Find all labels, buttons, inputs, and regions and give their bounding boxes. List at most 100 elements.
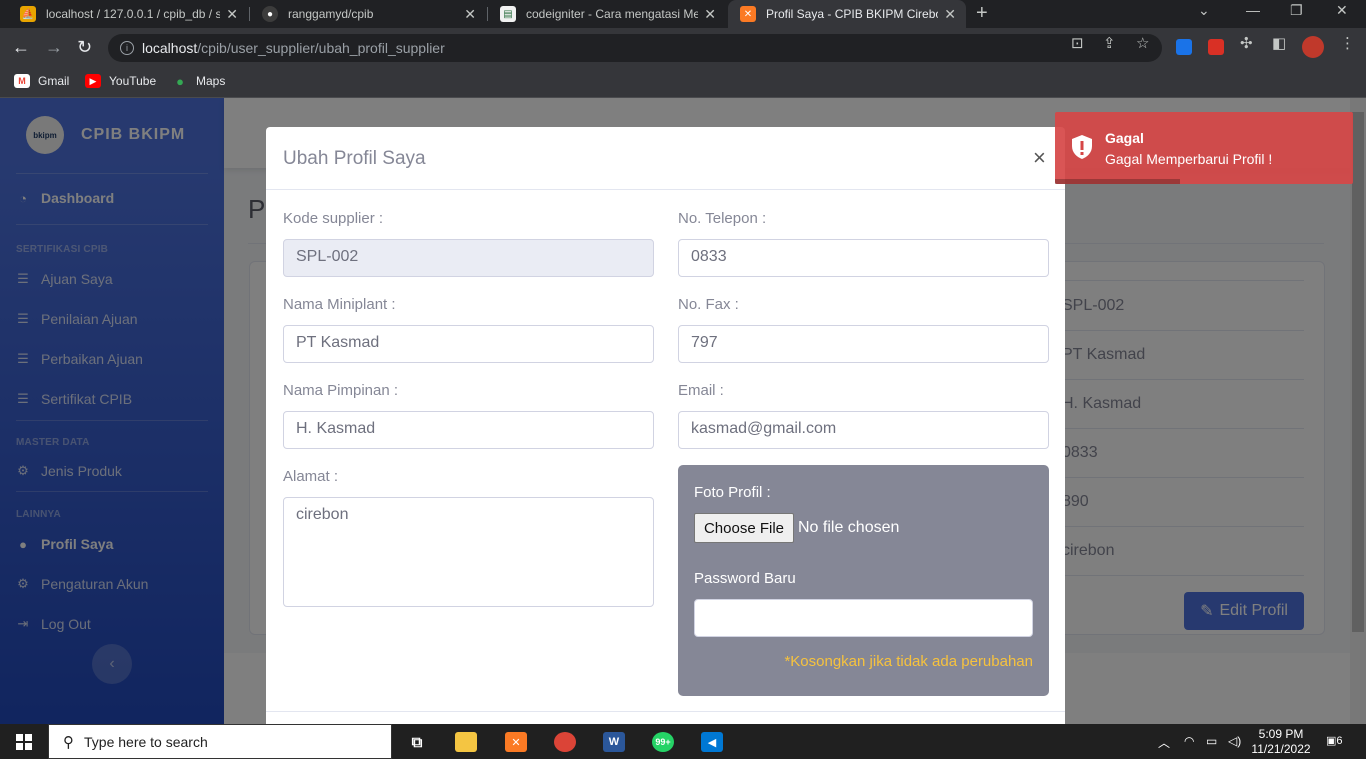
search-placeholder: Type here to search <box>84 733 208 750</box>
browser-tab-strip: ⛵ localhost / 127.0.0.1 / cpib_db / s ✕ … <box>0 0 1366 28</box>
email-field[interactable]: kasmad@gmail.com <box>678 411 1049 449</box>
youtube-icon: ▶ <box>85 74 101 88</box>
kode-supplier-field: SPL-002 <box>283 239 654 277</box>
fax-label: No. Fax : <box>678 296 739 313</box>
minimize-icon[interactable]: — <box>1246 2 1260 18</box>
extension-red-icon[interactable] <box>1208 39 1224 55</box>
tray-chevron-icon[interactable]: ︿ <box>1158 734 1170 751</box>
bookmark-label: Gmail <box>38 74 70 88</box>
side-panel-icon[interactable]: ◧ <box>1272 34 1286 52</box>
modal-close-button[interactable]: × <box>1033 145 1046 171</box>
close-tab-icon[interactable]: ✕ <box>944 6 956 23</box>
word-taskbar-icon[interactable]: W <box>603 732 625 752</box>
alamat-label: Alamat : <box>283 468 339 485</box>
close-window-icon[interactable]: ✕ <box>1336 2 1348 19</box>
toast-message: Gagal Memperbarui Profil ! <box>1105 151 1273 167</box>
address-bar-row: ← → ↻ i localhost/cpib/user_supplier/uba… <box>0 28 1366 68</box>
choose-file-button[interactable]: Choose File <box>694 513 794 543</box>
close-tab-icon[interactable]: ✕ <box>226 6 238 23</box>
search-icon: ⚲ <box>63 733 74 751</box>
kode-supplier-label: Kode supplier : <box>283 210 384 227</box>
taskbar-clock[interactable]: 5:09 PM 11/21/2022 <box>1246 727 1316 757</box>
bookmark-youtube[interactable]: ▶ YouTube <box>85 74 156 88</box>
password-baru-label: Password Baru <box>694 570 796 587</box>
miniplant-label: Nama Miniplant : <box>283 296 396 313</box>
password-hint: *Kosongkan jika tidak ada perubahan <box>784 653 1033 670</box>
close-tab-icon[interactable]: ✕ <box>464 6 476 23</box>
site-info-icon[interactable]: i <box>120 41 134 55</box>
modal-footer-divider <box>266 711 1065 712</box>
foto-profil-panel: Foto Profil : Choose File No file chosen… <box>678 465 1049 696</box>
extension-plus-icon[interactable] <box>1176 39 1192 55</box>
url-path: /cpib/user_supplier/ubah_profil_supplier <box>197 40 445 56</box>
restore-icon[interactable]: ❐ <box>1290 2 1303 19</box>
clock-date: 11/21/2022 <box>1251 742 1311 756</box>
task-view-icon[interactable]: ⧉ <box>406 732 428 752</box>
alamat-textarea[interactable]: cirebon <box>283 497 654 607</box>
miniplant-field[interactable]: PT Kasmad <box>283 325 654 363</box>
password-baru-field[interactable] <box>694 599 1033 637</box>
forward-icon[interactable]: → <box>45 37 63 57</box>
url-text[interactable]: localhost/cpib/user_supplier/ubah_profil… <box>142 40 445 56</box>
profile-avatar-icon[interactable] <box>1302 36 1324 58</box>
close-tab-icon[interactable]: ✕ <box>704 6 716 23</box>
file-explorer-icon[interactable] <box>455 732 477 752</box>
bookmark-label: Maps <box>196 74 226 88</box>
browser-menu-icon[interactable]: ⋮ <box>1340 34 1355 52</box>
share-icon[interactable]: ⇪ <box>1103 34 1116 52</box>
new-tab-icon[interactable]: + <box>976 2 988 25</box>
foto-profil-label: Foto Profil : <box>694 484 771 501</box>
wifi-icon[interactable]: ◠ <box>1184 734 1194 748</box>
windows-start-icon[interactable] <box>16 734 32 750</box>
xampp-icon: ✕ <box>740 6 756 22</box>
url-host: localhost <box>142 40 198 56</box>
maps-icon: ● <box>176 73 184 89</box>
reload-icon[interactable]: ↻ <box>77 37 92 57</box>
tab-title: Profil Saya - CPIB BKIPM Cirebon <box>766 7 939 21</box>
phpmyadmin-icon: ⛵ <box>20 6 36 22</box>
clock-time: 5:09 PM <box>1258 727 1304 741</box>
pimpinan-field[interactable]: H. Kasmad <box>283 411 654 449</box>
whatsapp-badge: 99+ <box>655 737 671 747</box>
xampp-taskbar-icon[interactable]: ✕ <box>505 732 527 752</box>
notification-center-icon[interactable]: ▣6 <box>1326 734 1343 747</box>
battery-icon[interactable]: ▭ <box>1206 734 1217 748</box>
tab-title: codeigniter - Cara mengatasi Me <box>526 7 699 21</box>
gmail-icon: M <box>14 74 30 88</box>
omnibox[interactable]: i localhost/cpib/user_supplier/ubah_prof… <box>108 34 1162 62</box>
notification-count: 6 <box>1336 735 1343 747</box>
bookmark-label: YouTube <box>109 74 157 88</box>
tab-search-icon[interactable]: ⌄ <box>1198 2 1210 19</box>
stackoverflow-icon: ▤ <box>500 6 516 22</box>
browser-tab-stackoverflow[interactable]: ▤ codeigniter - Cara mengatasi Me ✕ <box>488 0 726 28</box>
tab-title: localhost / 127.0.0.1 / cpib_db / s <box>46 7 221 21</box>
telepon-label: No. Telepon : <box>678 210 767 227</box>
fax-field[interactable]: 797 <box>678 325 1049 363</box>
back-icon[interactable]: ← <box>12 37 30 57</box>
bookmark-gmail[interactable]: M Gmail <box>14 74 69 88</box>
extensions-puzzle-icon[interactable]: ✣ <box>1240 34 1253 52</box>
error-toast[interactable]: Gagal Gagal Memperbarui Profil ! <box>1055 112 1353 184</box>
modal-title: Ubah Profil Saya <box>283 148 426 169</box>
bookmark-star-icon[interactable]: ☆ <box>1136 34 1149 52</box>
tab-title: ranggamyd/cpib <box>288 7 374 21</box>
whatsapp-taskbar-icon[interactable]: 99+ <box>652 732 674 752</box>
chrome-taskbar-icon[interactable] <box>554 732 576 752</box>
toast-title: Gagal <box>1105 130 1144 146</box>
volume-icon[interactable]: ◁) <box>1228 734 1241 748</box>
translate-icon[interactable]: ⊡ <box>1071 34 1084 52</box>
toast-progress-bar <box>1055 179 1180 184</box>
browser-tab-github[interactable]: ● ranggamyd/cpib ✕ <box>250 0 486 28</box>
pimpinan-label: Nama Pimpinan : <box>283 382 399 399</box>
taskbar-search-box[interactable]: ⚲ Type here to search <box>48 724 392 759</box>
bookmark-maps[interactable]: ● Maps <box>172 73 226 89</box>
shield-exclamation-icon <box>1072 135 1092 159</box>
windows-taskbar: ⚲ Type here to search ⧉ ✕ W 99+ ◀ ︿ ◠ ▭ … <box>0 724 1366 759</box>
telepon-field[interactable]: 0833 <box>678 239 1049 277</box>
browser-tab-phpmyadmin[interactable]: ⛵ localhost / 127.0.0.1 / cpib_db / s ✕ <box>8 0 248 28</box>
bookmarks-bar: M Gmail ▶ YouTube ● Maps <box>0 68 1366 98</box>
file-status-text: No file chosen <box>798 519 900 536</box>
ubah-profil-modal: Ubah Profil Saya × Kode supplier : SPL-0… <box>266 127 1065 727</box>
browser-tab-profil-saya[interactable]: ✕ Profil Saya - CPIB BKIPM Cirebon ✕ <box>728 0 966 28</box>
vscode-taskbar-icon[interactable]: ◀ <box>701 732 723 752</box>
